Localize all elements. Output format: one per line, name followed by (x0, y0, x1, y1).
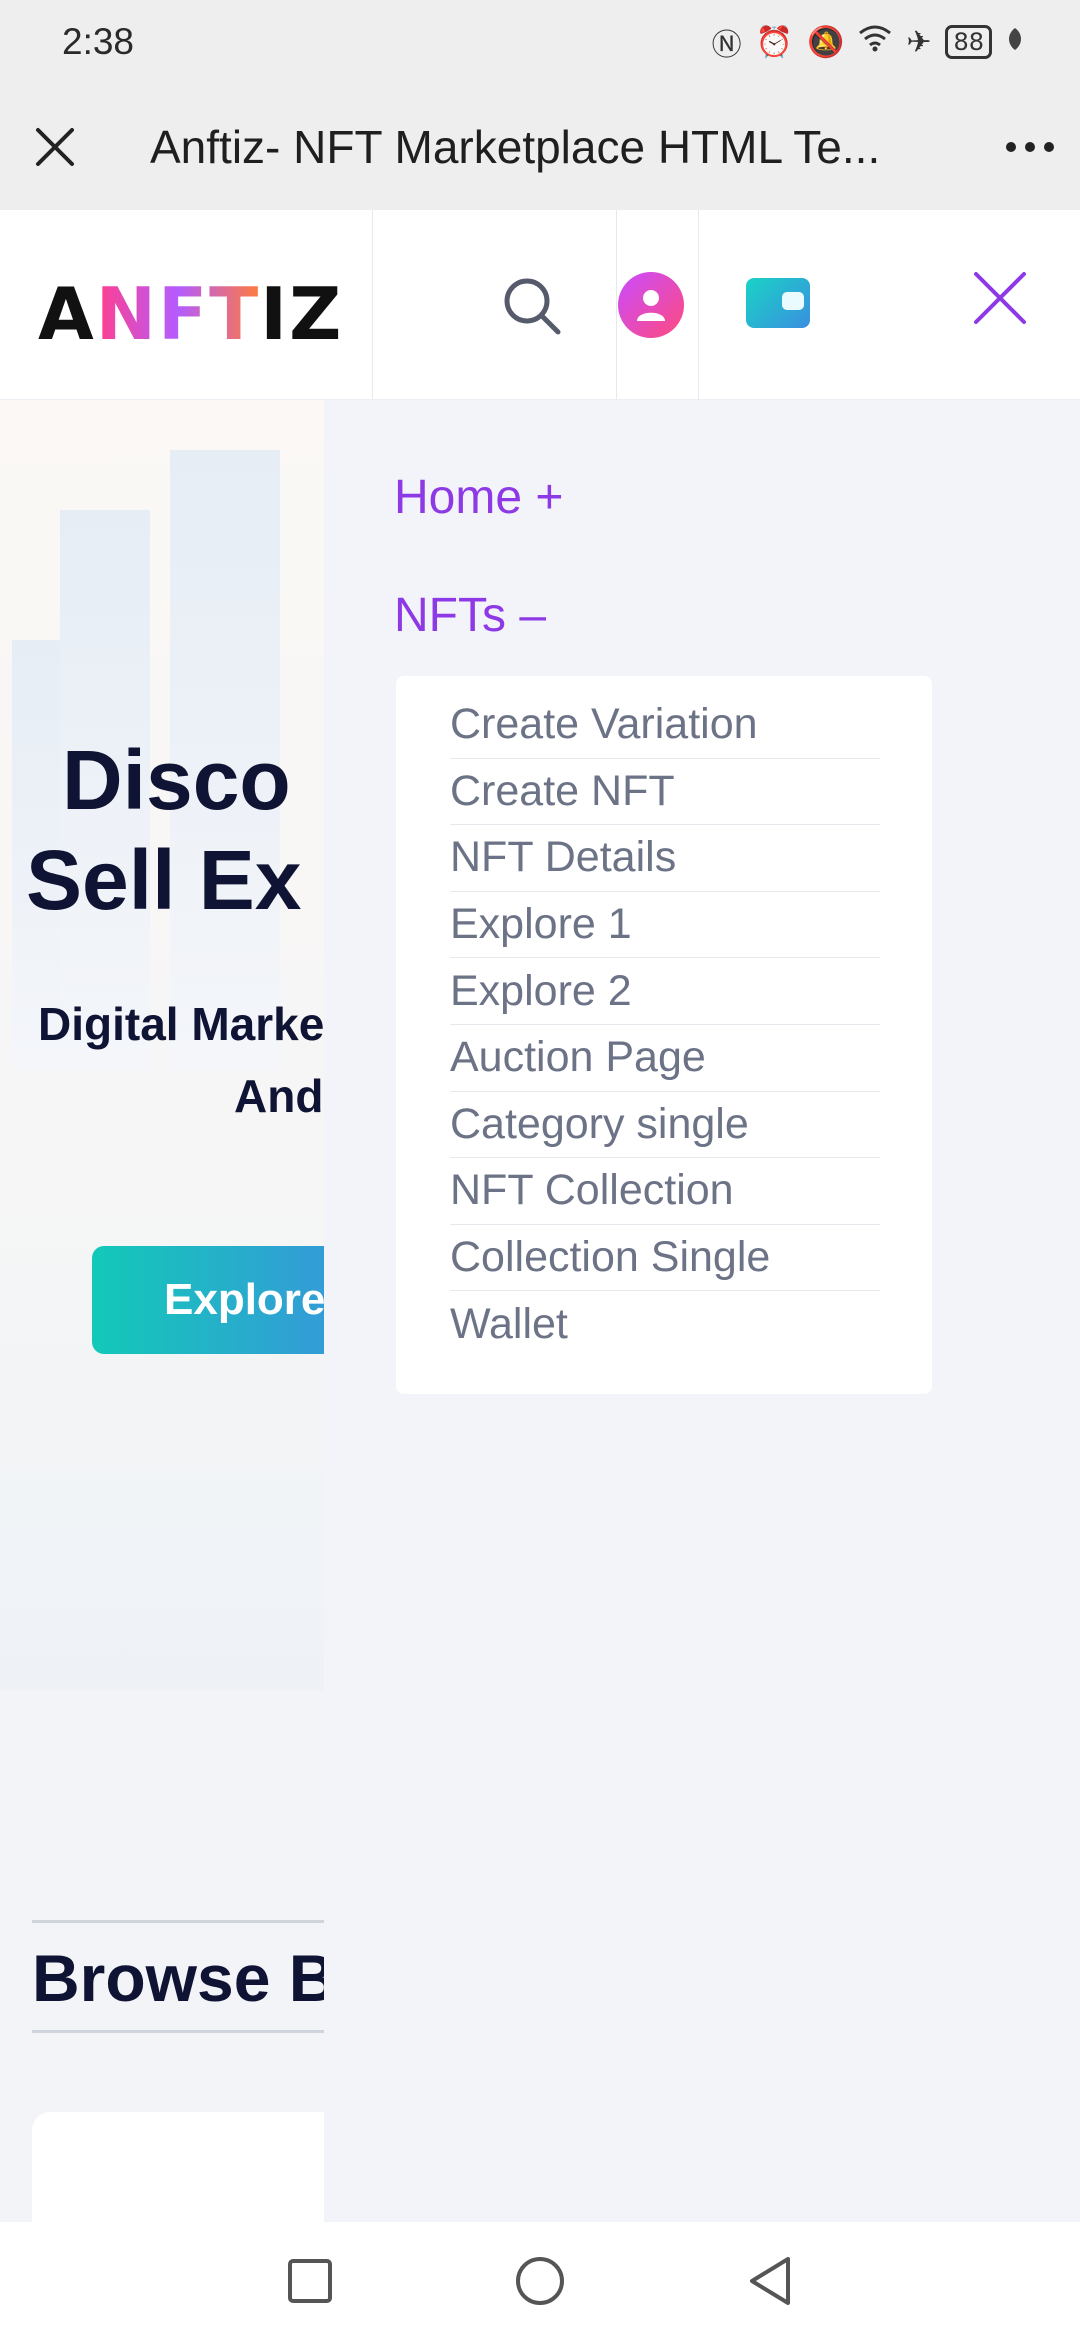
battery-icon: 88 (945, 25, 992, 59)
hero-heading-line2: Sell Ex (26, 833, 302, 927)
submenu-item-nft-collection[interactable]: NFT Collection (450, 1158, 880, 1225)
section-rule (32, 1920, 324, 1923)
logo-letters-iz: IZ (260, 272, 344, 356)
status-bar: 2:38 Ⓝ ⏰ 🔕 ✈ 88 (0, 0, 1080, 84)
section-rule (32, 2030, 324, 2033)
wallet-icon[interactable] (746, 278, 810, 328)
background-page: Disco Sell Ex Digital Marke And Explore … (0, 400, 324, 2222)
search-icon (504, 278, 561, 335)
hero-subtitle: Digital Marke And (38, 988, 324, 1132)
home-button[interactable] (425, 2222, 655, 2340)
wifi-icon (858, 24, 892, 60)
hero-subtitle-line1: Digital Marke (38, 998, 324, 1050)
user-icon (637, 290, 665, 321)
submenu-item-explore-2[interactable]: Explore 2 (450, 958, 880, 1025)
more-dot (1044, 142, 1054, 152)
menu-close-button[interactable] (972, 270, 1038, 336)
mute-icon: 🔕 (806, 24, 845, 60)
hero-heading-line1: Disco (62, 733, 291, 827)
user-avatar-button[interactable] (618, 272, 684, 338)
more-dot (1006, 142, 1016, 152)
circle-icon (516, 2257, 564, 2305)
hero-subtitle-line2: And (234, 1070, 324, 1122)
system-nav-bar (0, 2222, 1080, 2340)
menu-item-home[interactable]: Home + (394, 470, 563, 525)
header-divider (616, 210, 617, 400)
browser-page-title: Anftiz- NFT Marketplace HTML Te... (150, 121, 881, 173)
back-triangle-icon (750, 2257, 790, 2305)
submenu-item-nft-details[interactable]: NFT Details (450, 825, 880, 892)
square-icon (288, 2259, 332, 2303)
submenu-item-auction-page[interactable]: Auction Page (450, 1025, 880, 1092)
browse-heading: Browse By (32, 1941, 324, 2015)
submenu-item-category-single[interactable]: Category single (450, 1092, 880, 1159)
logo-letters-nft: NFT (95, 272, 261, 356)
hero-heading: Disco Sell Ex (26, 730, 302, 930)
header-divider (372, 210, 373, 400)
browser-toolbar: Anftiz- NFT Marketplace HTML Te... (0, 84, 1080, 210)
mobile-menu-panel: Home + NFTs – Create Variation Create NF… (324, 400, 1080, 2222)
airplane-icon: ✈ (906, 24, 932, 60)
close-icon (974, 272, 1026, 324)
nfc-icon: Ⓝ (711, 28, 742, 63)
logo-letter-a: A (38, 272, 96, 356)
category-card[interactable] (32, 2112, 324, 2222)
submenu-item-collection-single[interactable]: Collection Single (450, 1225, 880, 1292)
recents-button[interactable] (195, 2222, 425, 2340)
submenu-item-create-nft[interactable]: Create NFT (450, 759, 880, 826)
status-icons: Ⓝ ⏰ 🔕 ✈ 88 (712, 20, 1024, 64)
menu-item-nfts[interactable]: NFTs – (394, 588, 546, 643)
browser-close-button[interactable] (0, 84, 110, 210)
nfts-submenu: Create Variation Create NFT NFT Details … (396, 676, 932, 1394)
alarm-icon: ⏰ (755, 24, 793, 60)
header-divider (698, 210, 699, 400)
leaf-icon (1006, 25, 1024, 60)
status-time: 2:38 (62, 21, 135, 62)
explore-button[interactable]: Explore (92, 1246, 324, 1354)
submenu-item-wallet[interactable]: Wallet (450, 1291, 880, 1358)
back-button[interactable] (655, 2222, 885, 2340)
browser-more-button[interactable] (980, 84, 1080, 210)
site-header: ANFTIZ (0, 210, 1080, 400)
submenu-item-create-variation[interactable]: Create Variation (450, 692, 880, 759)
anftiz-logo[interactable]: ANFTIZ (38, 272, 343, 356)
submenu-item-explore-1[interactable]: Explore 1 (450, 892, 880, 959)
more-dot (1025, 142, 1035, 152)
search-button[interactable] (500, 274, 564, 338)
close-icon (36, 128, 74, 166)
